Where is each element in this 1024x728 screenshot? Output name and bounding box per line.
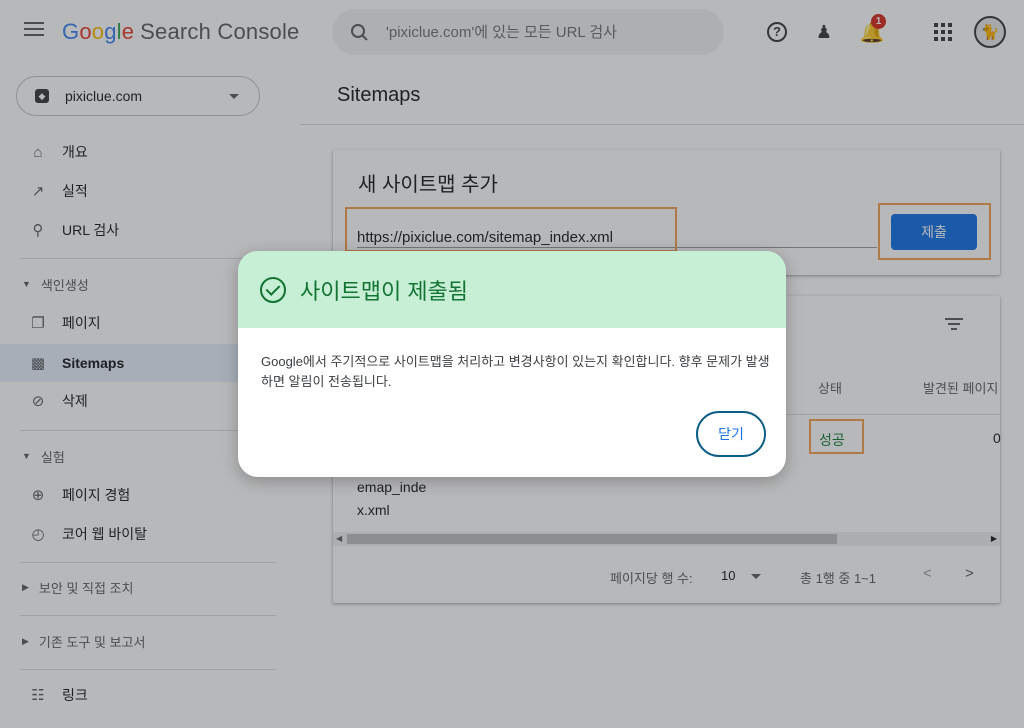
dialog-message: Google에서 주기적으로 사이트맵을 처리하고 변경사항이 있는지 확인합니… [261,354,770,389]
dialog-header: 사이트맵이 제출됨 [238,251,786,328]
dialog-title: 사이트맵이 제출됨 [300,278,469,304]
sitemap-submitted-dialog: 사이트맵이 제출됨 Google에서 주기적으로 사이트맵을 처리하고 변경사항… [238,251,786,477]
close-button[interactable]: 닫기 [696,411,766,457]
check-circle-icon [260,276,286,303]
